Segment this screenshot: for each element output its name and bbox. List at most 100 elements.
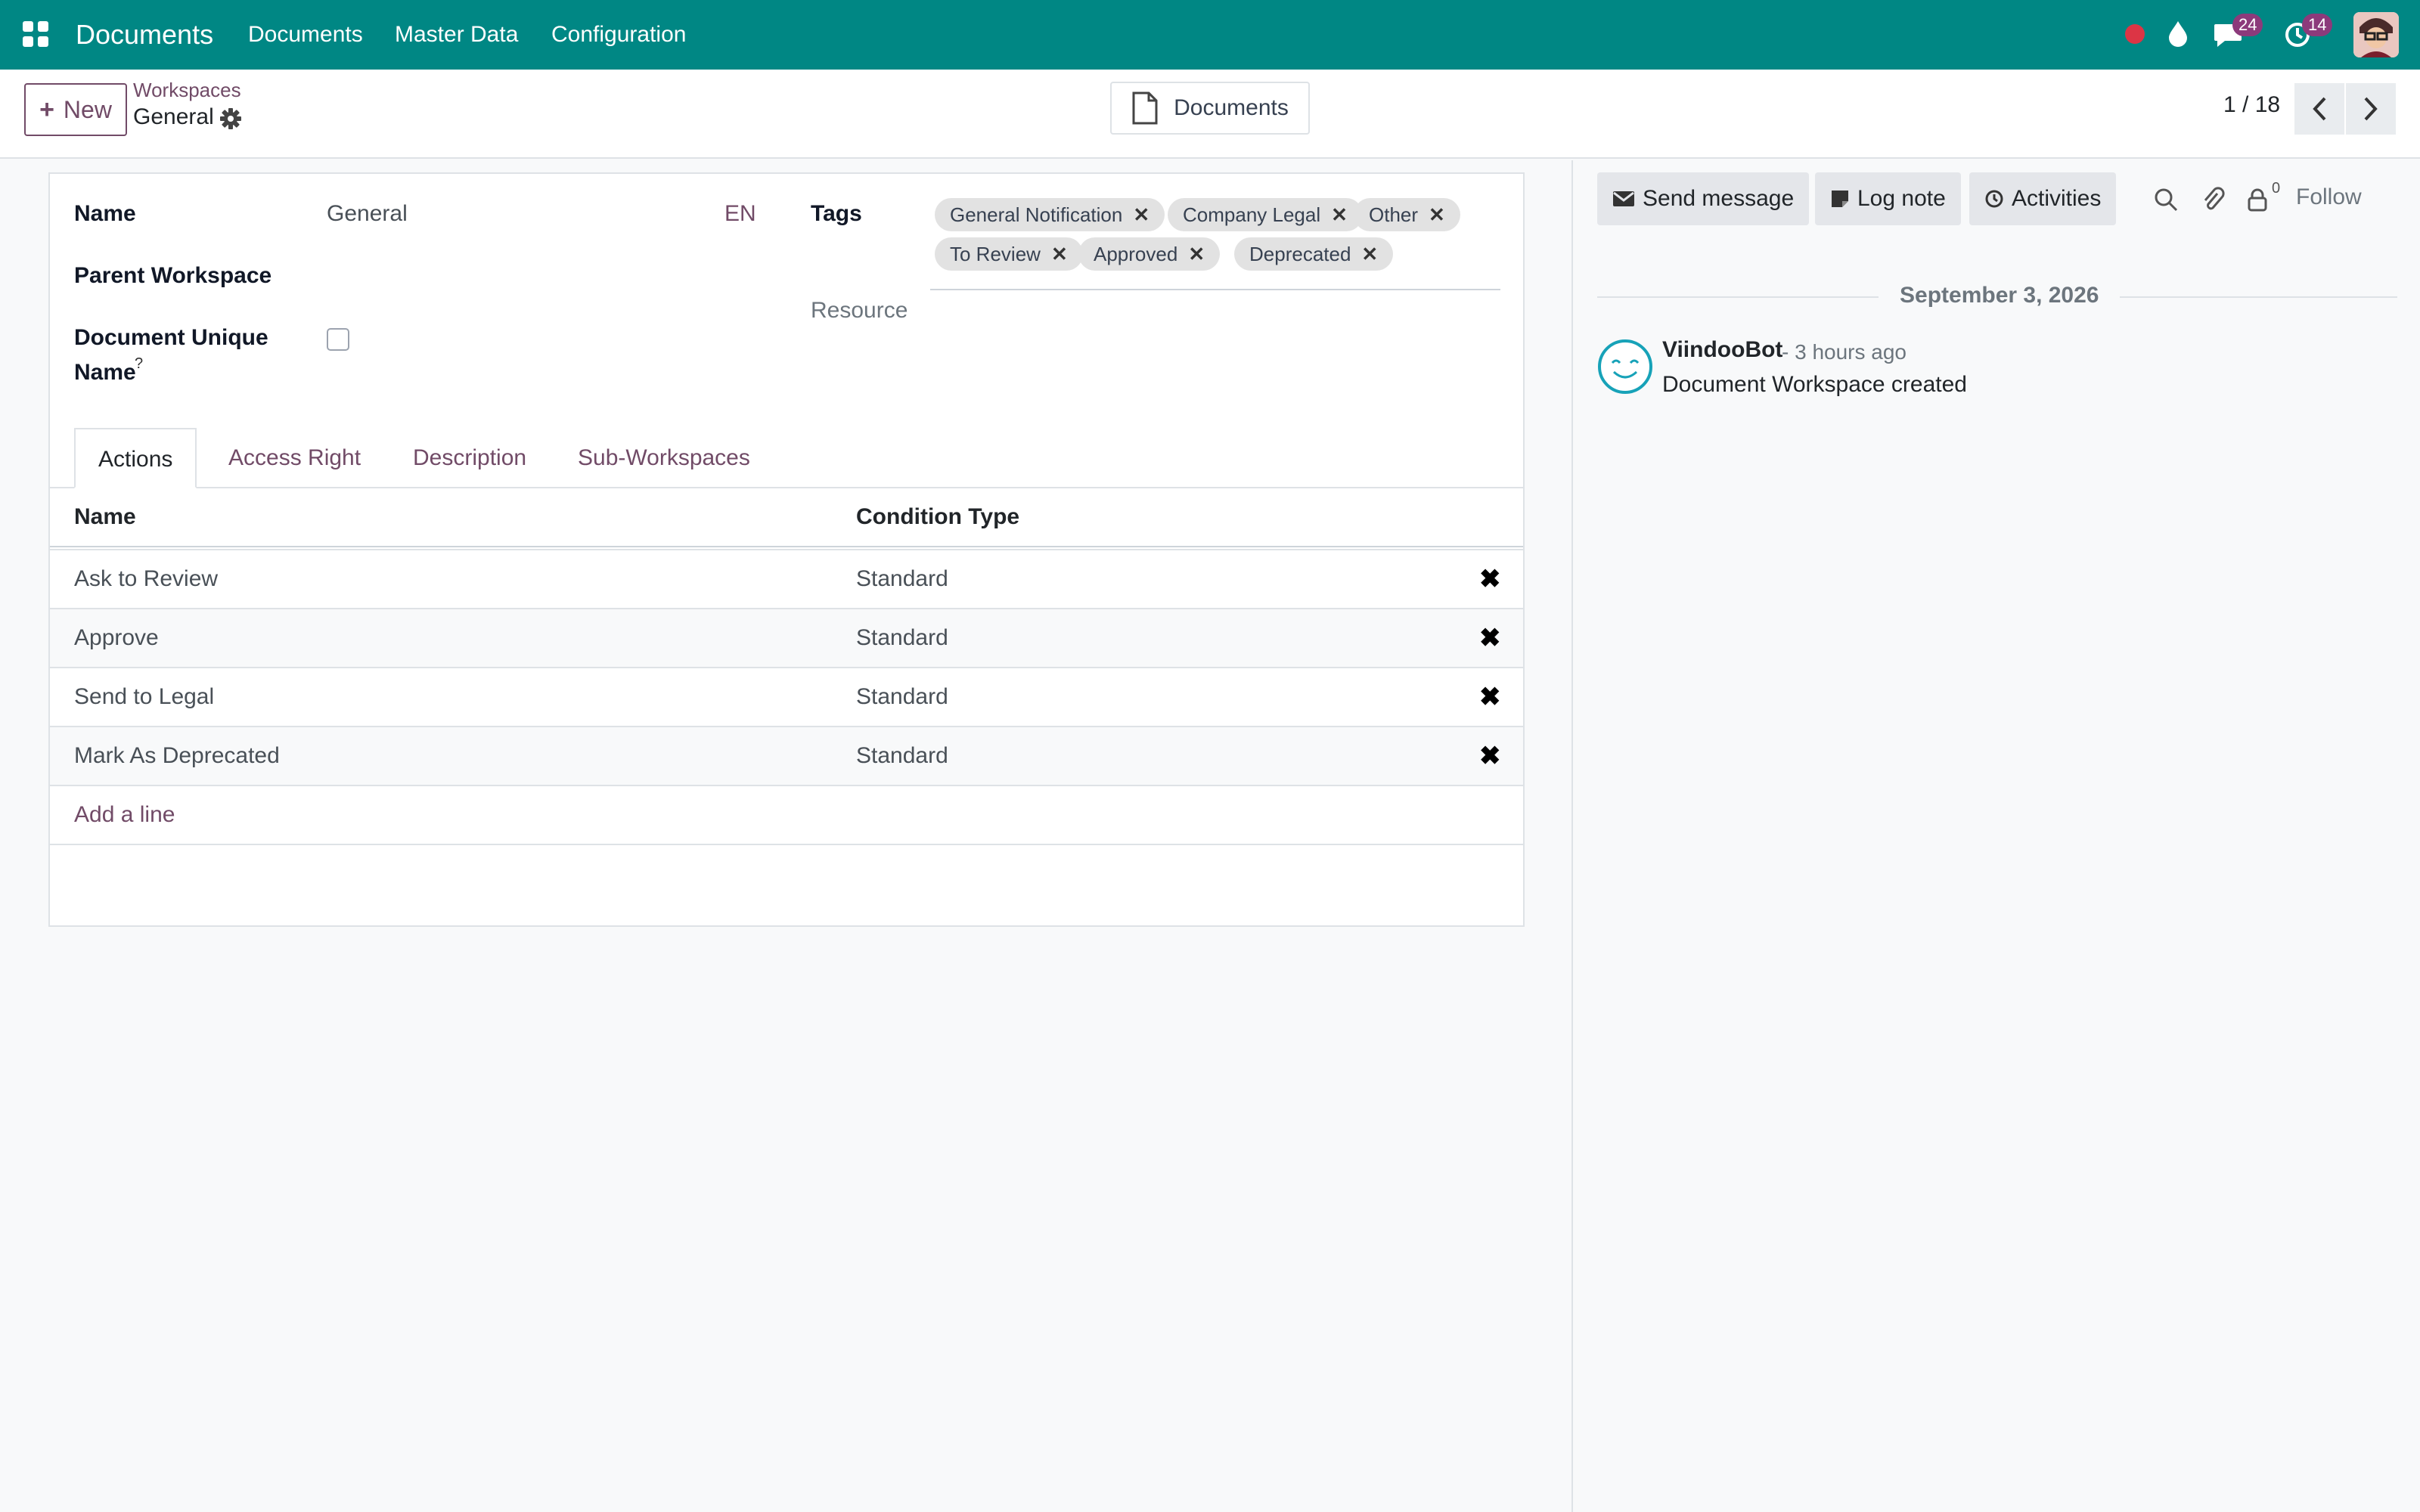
row-name: Approve <box>74 625 159 650</box>
plus-icon: + <box>39 94 54 124</box>
column-header-condition-type[interactable]: Condition Type <box>856 488 1019 546</box>
row-name: Send to Legal <box>74 684 215 709</box>
menu-configuration[interactable]: Configuration <box>551 0 686 70</box>
add-line-row: Add a line <box>50 785 1523 845</box>
tag-remove-icon[interactable]: ✕ <box>1188 243 1205 265</box>
message-time: - 3 hours ago <box>1782 340 1907 364</box>
document-icon <box>1131 91 1159 125</box>
table-header: Name Condition Type <box>50 488 1523 547</box>
documents-button-label: Documents <box>1174 95 1289 120</box>
table-row[interactable]: Send to Legal Standard ✖ <box>50 667 1523 726</box>
row-name: Mark As Deprecated <box>74 743 280 768</box>
row-name: Ask to Review <box>74 566 219 591</box>
log-note-label: Log note <box>1857 186 1946 211</box>
delete-row-icon[interactable]: ✖ <box>1479 609 1501 667</box>
language-button[interactable]: EN <box>724 201 756 227</box>
form-sheet: Name General EN Parent Workspace Documen… <box>48 172 1525 927</box>
tag-remove-icon[interactable]: ✕ <box>1331 203 1348 226</box>
delete-row-icon[interactable]: ✖ <box>1479 668 1501 726</box>
message-author[interactable]: ViindooBot <box>1662 337 1782 363</box>
breadcrumb-workspaces[interactable]: Workspaces <box>133 79 241 102</box>
tag-remove-icon[interactable]: ✕ <box>1361 243 1378 265</box>
row-condition: Standard <box>856 684 948 709</box>
table-row[interactable]: Mark As Deprecated Standard ✖ <box>50 726 1523 785</box>
new-button[interactable]: + New <box>24 83 127 136</box>
pager-next-button[interactable] <box>2346 83 2396 135</box>
gear-icon[interactable] <box>219 107 242 130</box>
user-icon[interactable] <box>2246 187 2269 212</box>
activities-button[interactable]: Activities <box>1969 172 2117 225</box>
tags-label: Tags <box>811 201 862 226</box>
table-row[interactable]: Ask to Review Standard ✖ <box>50 549 1523 608</box>
column-header-name[interactable]: Name <box>74 488 136 546</box>
envelope-icon <box>1612 190 1635 208</box>
pager-previous-button[interactable] <box>2294 83 2344 135</box>
top-navbar: Documents Documents Master Data Configur… <box>0 0 2420 70</box>
chatter-panel: Send message Log note Activities 0 Follo… <box>1571 160 2420 1512</box>
drop-icon[interactable] <box>2167 20 2189 47</box>
tab-description[interactable]: Description <box>413 428 526 488</box>
help-tooltip-icon[interactable]: ? <box>135 355 143 373</box>
log-note-button[interactable]: Log note <box>1815 172 1961 225</box>
delete-row-icon[interactable]: ✖ <box>1479 550 1501 608</box>
chevron-left-icon <box>2311 96 2328 122</box>
breadcrumb-current: General <box>133 104 214 129</box>
chevron-right-icon <box>2363 96 2379 122</box>
tag-chip: Approved ✕ <box>1078 237 1221 271</box>
delete-row-icon[interactable]: ✖ <box>1479 727 1501 785</box>
resource-field[interactable]: Resource <box>811 298 908 324</box>
unique-name-label-line2: Name <box>74 360 136 385</box>
tag-label: To Review <box>950 243 1041 265</box>
row-condition: Standard <box>856 743 948 768</box>
tab-access-right[interactable]: Access Right <box>228 428 361 488</box>
menu-documents[interactable]: Documents <box>248 0 363 70</box>
note-icon <box>1830 189 1850 209</box>
bot-avatar-icon <box>1597 339 1653 395</box>
tag-chip: Other ✕ <box>1354 198 1460 231</box>
unique-name-checkbox[interactable] <box>327 328 349 351</box>
send-message-label: Send message <box>1643 186 1795 211</box>
tag-chip: General Notification ✕ <box>935 198 1165 231</box>
name-field[interactable]: General <box>327 201 408 227</box>
app-title[interactable]: Documents <box>76 0 213 70</box>
tags-field[interactable]: General Notification ✕ Company Legal ✕ Oth… <box>930 189 1500 290</box>
table-row[interactable]: Approve Standard ✖ <box>50 608 1523 667</box>
message-body: Document Workspace created <box>1662 372 1967 397</box>
activities-badge: 14 <box>2302 14 2333 36</box>
tag-chip: Company Legal ✕ <box>1168 198 1363 231</box>
tag-label: Approved <box>1094 243 1178 265</box>
documents-smart-button[interactable]: Documents <box>1110 82 1310 135</box>
status-dot-icon[interactable] <box>2125 24 2145 44</box>
tag-remove-icon[interactable]: ✕ <box>1429 203 1445 226</box>
control-panel: + New Workspaces General Documents 1 / 1… <box>0 70 2420 159</box>
message-date: September 3, 2026 <box>1879 283 2121 308</box>
tab-sub-workspaces[interactable]: Sub-Workspaces <box>578 428 750 488</box>
add-line-link[interactable]: Add a line <box>74 786 175 844</box>
messages-badge: 24 <box>2232 14 2263 36</box>
tag-label: General Notification <box>950 203 1123 226</box>
tag-chip: Deprecated ✕ <box>1234 237 1394 271</box>
activities-label: Activities <box>2012 186 2102 211</box>
user-avatar[interactable] <box>2353 12 2399 57</box>
tag-label: Other <box>1369 203 1419 226</box>
follow-button[interactable]: Follow <box>2296 184 2362 210</box>
menu-master-data[interactable]: Master Data <box>395 0 518 70</box>
search-icon[interactable] <box>2154 187 2178 212</box>
row-condition: Standard <box>856 625 948 650</box>
new-button-label: New <box>63 95 112 123</box>
paperclip-icon[interactable] <box>2201 186 2225 213</box>
name-label: Name <box>74 201 136 226</box>
tag-remove-icon[interactable]: ✕ <box>1051 243 1068 265</box>
unique-name-label-line1: Document Unique <box>74 325 268 350</box>
send-message-button[interactable]: Send message <box>1597 172 1810 225</box>
tag-remove-icon[interactable]: ✕ <box>1133 203 1150 226</box>
clock-icon <box>1984 189 2004 209</box>
tag-label: Company Legal <box>1183 203 1321 226</box>
parent-workspace-field[interactable] <box>327 257 780 295</box>
apps-icon[interactable] <box>23 21 48 47</box>
tag-label: Deprecated <box>1249 243 1351 265</box>
tab-actions[interactable]: Actions <box>74 428 197 488</box>
pager-value[interactable]: 1 / 18 <box>2223 92 2280 118</box>
tag-chip: To Review ✕ <box>935 237 1083 271</box>
parent-workspace-label: Parent Workspace <box>74 263 272 288</box>
